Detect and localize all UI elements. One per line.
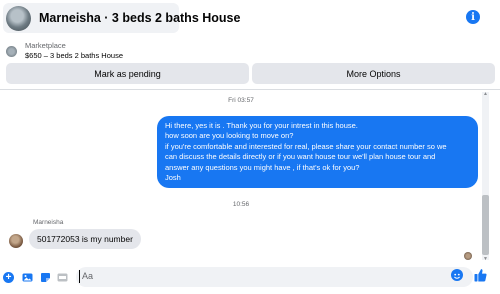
like-icon[interactable] xyxy=(474,268,487,282)
listing-thumbnail xyxy=(6,45,17,57)
header-divider xyxy=(0,89,500,90)
text-caret xyxy=(79,270,80,283)
outgoing-message-line: how soon are you looking to move on? xyxy=(165,131,294,141)
message-timestamp: 10:56 xyxy=(232,201,250,208)
outgoing-message-line: Josh xyxy=(165,173,181,183)
conversation-title-button[interactable]: Marneisha · 3 beds 2 baths House xyxy=(3,3,240,33)
sender-avatar[interactable] xyxy=(9,234,23,248)
message-timestamp: Fri 03:57 xyxy=(228,97,254,104)
emoji-icon[interactable] xyxy=(451,269,463,281)
sticker-icon[interactable] xyxy=(40,272,51,283)
info-icon[interactable]: i xyxy=(466,10,480,24)
incoming-message-text: 501772053 is my number xyxy=(37,234,133,244)
outgoing-message-line: can discuss the details directly or if y… xyxy=(165,152,436,162)
scroll-up-arrow-icon[interactable]: ▲ xyxy=(483,91,488,97)
mark-as-pending-button[interactable]: Mark as pending xyxy=(6,63,249,84)
conversation-header: Marneisha · 3 beds 2 baths House i xyxy=(0,0,500,36)
marketplace-listing[interactable]: Marketplace $650 – 3 beds 2 baths House xyxy=(6,40,123,62)
scroll-down-arrow-icon[interactable]: ▼ xyxy=(483,256,488,262)
outgoing-message-line: if you're comfortable and interested for… xyxy=(165,141,447,151)
plus-icon[interactable]: + xyxy=(3,272,14,283)
outgoing-message-bubble[interactable]: Hi there, yes it is . Thank you for your… xyxy=(157,116,478,188)
listing-description: $650 – 3 beds 2 baths House xyxy=(25,51,123,60)
incoming-message-bubble[interactable]: 501772053 is my number xyxy=(29,229,141,249)
more-options-button[interactable]: More Options xyxy=(252,63,495,84)
seen-receipt-avatar xyxy=(464,252,472,260)
conversation-title: Marneisha · 3 beds 2 baths House xyxy=(39,11,241,25)
outgoing-message-line: Hi there, yes it is . Thank you for your… xyxy=(165,121,358,130)
marketplace-label: Marketplace xyxy=(25,41,66,50)
image-icon[interactable] xyxy=(22,272,33,283)
listing-avatar xyxy=(6,5,31,31)
sender-name: Marneisha xyxy=(33,219,64,226)
gif-icon[interactable] xyxy=(57,272,68,283)
message-input-placeholder: Aa xyxy=(82,271,94,281)
message-input[interactable] xyxy=(76,267,473,287)
outgoing-message-line: answer any questions you might have , if… xyxy=(165,162,360,172)
message-scrollbar-thumb[interactable] xyxy=(482,195,489,255)
